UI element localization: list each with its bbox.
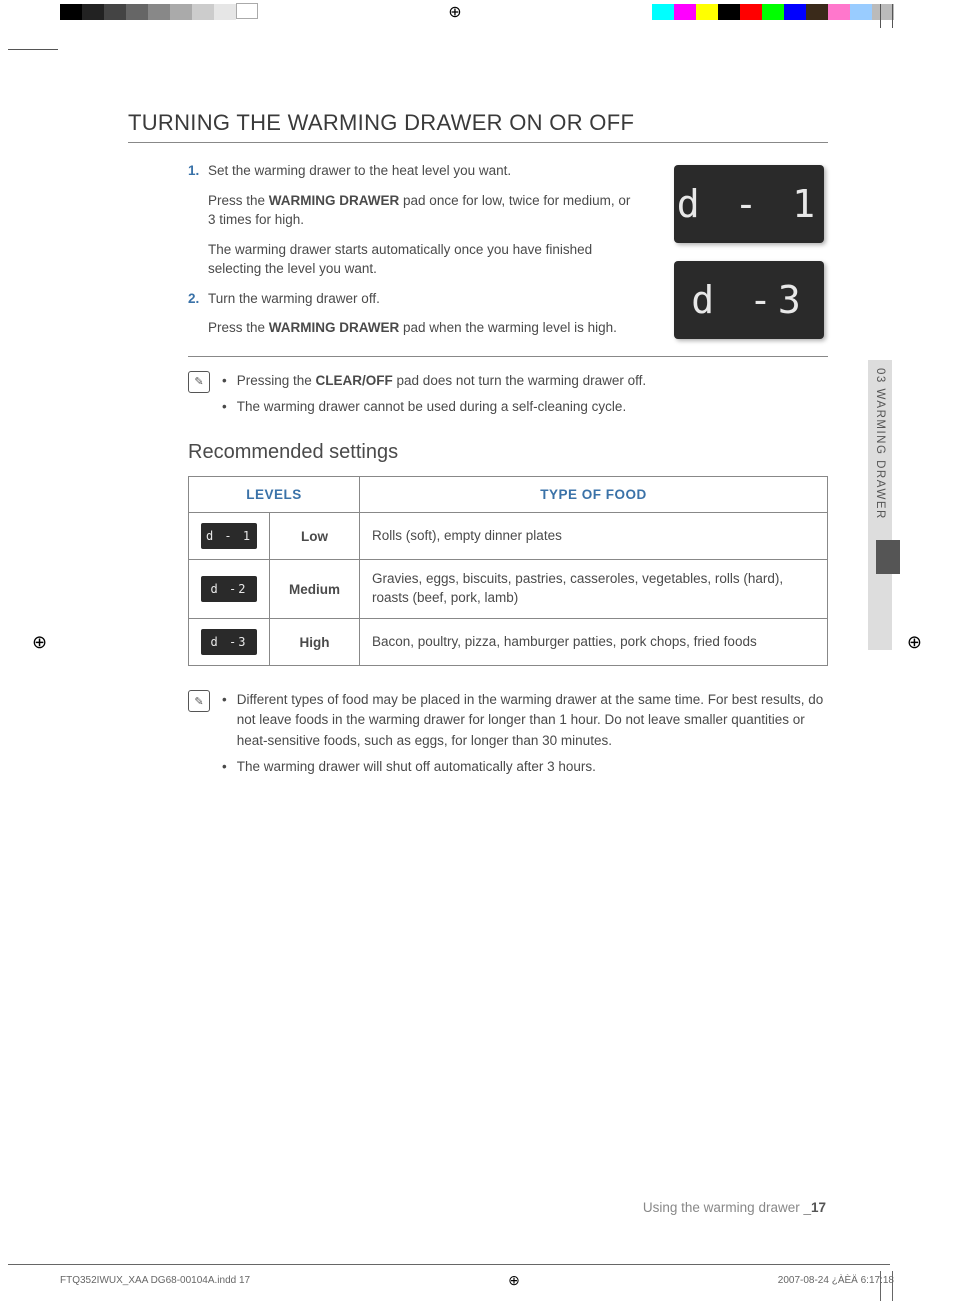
grayscale-swatches	[60, 4, 258, 20]
level-label: Low	[270, 513, 360, 560]
crop-mark-icon	[880, 4, 882, 28]
note-block-1: Pressing the CLEAR/OFF pad does not turn…	[188, 371, 828, 424]
page-footer: Using the warming drawer _17	[643, 1200, 826, 1215]
note-item: Pressing the CLEAR/OFF pad does not turn…	[222, 371, 828, 391]
step-1-sub-a: Press the WARMING DRAWER pad once for lo…	[208, 191, 638, 230]
page-title: TURNING THE WARMING DRAWER ON OR OFF	[128, 110, 828, 143]
subheading: Recommended settings	[188, 441, 828, 464]
crop-mark-icon	[892, 4, 894, 28]
imprint-line: FTQ352IWUX_XAA DG68-00104A.indd 17 ⊕ 200…	[60, 1272, 894, 1289]
printer-color-bar: ⊕	[0, 0, 954, 24]
steps-list: 1. Set the warming drawer to the heat le…	[188, 161, 638, 338]
text: Press the	[208, 320, 269, 335]
level-label: High	[270, 619, 360, 666]
text: Press the	[208, 193, 269, 208]
registration-mark-icon: ⊕	[508, 1272, 520, 1289]
imprint-filename: FTQ352IWUX_XAA DG68-00104A.indd 17	[60, 1275, 250, 1286]
registration-mark-icon: ⊕	[448, 2, 461, 22]
display-badge: d -2	[201, 576, 257, 602]
registration-mark-icon: ⊕	[32, 632, 47, 653]
imprint-timestamp: 2007-08-24 ¿ÀÈÄ 6:17:18	[778, 1275, 894, 1286]
divider	[188, 356, 828, 357]
note-icon	[188, 690, 210, 712]
bold-text: CLEAR/OFF	[316, 373, 393, 388]
crop-mark-icon	[8, 4, 58, 44]
text: pad when the warming level is high.	[399, 320, 617, 335]
table-row: d -2 Medium Gravies, eggs, biscuits, pas…	[189, 560, 828, 619]
text: The warming drawer cannot be used during…	[237, 397, 626, 417]
settings-table: LEVELS TYPE OF FOOD d - 1 Low Rolls (sof…	[188, 476, 828, 666]
level-label: Medium	[270, 560, 360, 619]
display-badge: d -3	[201, 629, 257, 655]
step-number: 1.	[188, 161, 208, 181]
note-item: Different types of food may be placed in…	[222, 690, 828, 751]
table-row: d - 1 Low Rolls (soft), empty dinner pla…	[189, 513, 828, 560]
food-cell: Gravies, eggs, biscuits, pastries, casse…	[360, 560, 828, 619]
section-tab-label: 03 WARMING DRAWER	[866, 360, 886, 520]
bold-text: WARMING DRAWER	[269, 320, 400, 335]
note-item: The warming drawer cannot be used during…	[222, 397, 828, 417]
table-header-type: TYPE OF FOOD	[360, 477, 828, 513]
crop-mark-icon	[8, 1264, 890, 1265]
registration-mark-icon: ⊕	[907, 632, 922, 653]
step-1-sub-b: The warming drawer starts automatically …	[208, 240, 638, 279]
text: The warming drawer will shut off automat…	[237, 757, 596, 777]
text: Different types of food may be placed in…	[237, 690, 828, 751]
footer-label: Using the warming drawer _	[643, 1200, 811, 1215]
text: Pressing the	[237, 373, 316, 388]
table-header-levels: LEVELS	[189, 477, 360, 513]
display-badge: d - 1	[201, 523, 257, 549]
step-number: 2.	[188, 289, 208, 309]
text: pad does not turn the warming drawer off…	[393, 373, 646, 388]
color-swatches	[652, 4, 894, 20]
food-cell: Rolls (soft), empty dinner plates	[360, 513, 828, 560]
page-number: 17	[811, 1200, 826, 1215]
bold-text: WARMING DRAWER	[269, 193, 400, 208]
table-row: d -3 High Bacon, poultry, pizza, hamburg…	[189, 619, 828, 666]
step-2-sub-a: Press the WARMING DRAWER pad when the wa…	[208, 318, 638, 338]
food-cell: Bacon, poultry, pizza, hamburger patties…	[360, 619, 828, 666]
step-1: 1. Set the warming drawer to the heat le…	[188, 161, 638, 181]
step-text: Set the warming drawer to the heat level…	[208, 161, 638, 181]
note-block-2: Different types of food may be placed in…	[188, 690, 828, 783]
step-text: Turn the warming drawer off.	[208, 289, 638, 309]
note-icon	[188, 371, 210, 393]
note-item: The warming drawer will shut off automat…	[222, 757, 828, 777]
step-2: 2. Turn the warming drawer off.	[188, 289, 638, 309]
